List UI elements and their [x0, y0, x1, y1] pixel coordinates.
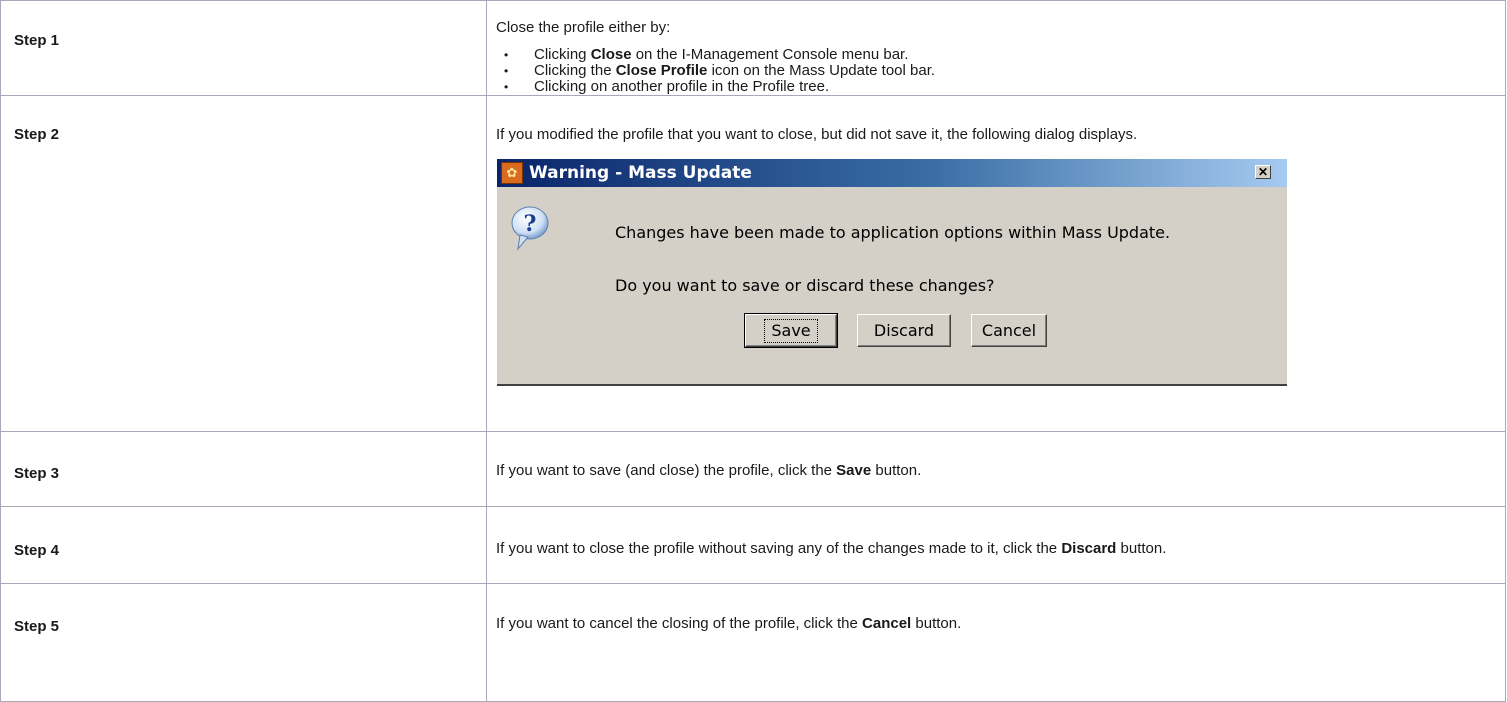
step-row-4: Step 4 If you want to close the profile …: [0, 506, 1506, 584]
step-row-3: Step 3 If you want to save (and close) t…: [0, 431, 1506, 507]
step-description-cell: If you want to cancel the closing of the…: [486, 583, 1506, 702]
step-description-cell: If you modified the profile that you wan…: [486, 95, 1506, 432]
dialog-title: Warning - Mass Update: [529, 163, 752, 183]
discard-button[interactable]: Discard: [857, 314, 951, 347]
step-text: If you want to cancel the closing of the…: [496, 615, 962, 632]
warning-dialog: ✿ Warning - Mass Update ✕ ? Changes have…: [497, 159, 1287, 386]
close-icon[interactable]: ✕: [1255, 165, 1271, 179]
step-label-cell: Step 4: [0, 506, 487, 584]
app-gear-icon: ✿: [501, 162, 523, 184]
step-label-cell: Step 1: [0, 0, 487, 96]
svg-text:?: ?: [524, 211, 537, 237]
step-row-1: Step 1 Close the profile either by: Clic…: [0, 0, 1506, 96]
cancel-button[interactable]: Cancel: [971, 314, 1047, 347]
step-label: Step 1: [14, 32, 60, 49]
step-label: Step 3: [14, 465, 60, 482]
step-text: If you modified the profile that you wan…: [496, 126, 1138, 143]
steps-table: Step 1 Close the profile either by: Clic…: [0, 0, 1506, 702]
step-text: If you want to close the profile without…: [496, 540, 1167, 557]
dialog-question: Do you want to save or discard these cha…: [615, 276, 995, 295]
dialog-message: Changes have been made to application op…: [615, 223, 1171, 242]
question-balloon-icon: ?: [511, 206, 549, 251]
step-label-cell: Step 5: [0, 583, 487, 702]
option-list: Clicking Close on the I-Management Conso…: [496, 47, 1505, 96]
step-intro-text: Close the profile either by:: [496, 19, 671, 36]
step-label-cell: Step 2: [0, 95, 487, 432]
list-item: Clicking on another profile in the Profi…: [504, 79, 1505, 96]
step-description-cell: Close the profile either by: Clicking Cl…: [486, 0, 1506, 96]
step-description-cell: If you want to close the profile without…: [486, 506, 1506, 584]
step-row-5: Step 5 If you want to cancel the closing…: [0, 583, 1506, 702]
dialog-titlebar[interactable]: ✿ Warning - Mass Update: [497, 159, 1287, 187]
list-item: Clicking Close on the I-Management Conso…: [504, 47, 1505, 64]
step-row-2: Step 2 If you modified the profile that …: [0, 95, 1506, 432]
step-text: If you want to save (and close) the prof…: [496, 462, 922, 479]
save-button[interactable]: Save: [744, 313, 838, 348]
step-description-cell: If you want to save (and close) the prof…: [486, 431, 1506, 507]
list-item: Clicking the Close Profile icon on the M…: [504, 63, 1505, 80]
step-label: Step 4: [14, 542, 60, 559]
step-label: Step 2: [14, 126, 60, 143]
step-label-cell: Step 3: [0, 431, 487, 507]
step-label: Step 5: [14, 618, 60, 635]
